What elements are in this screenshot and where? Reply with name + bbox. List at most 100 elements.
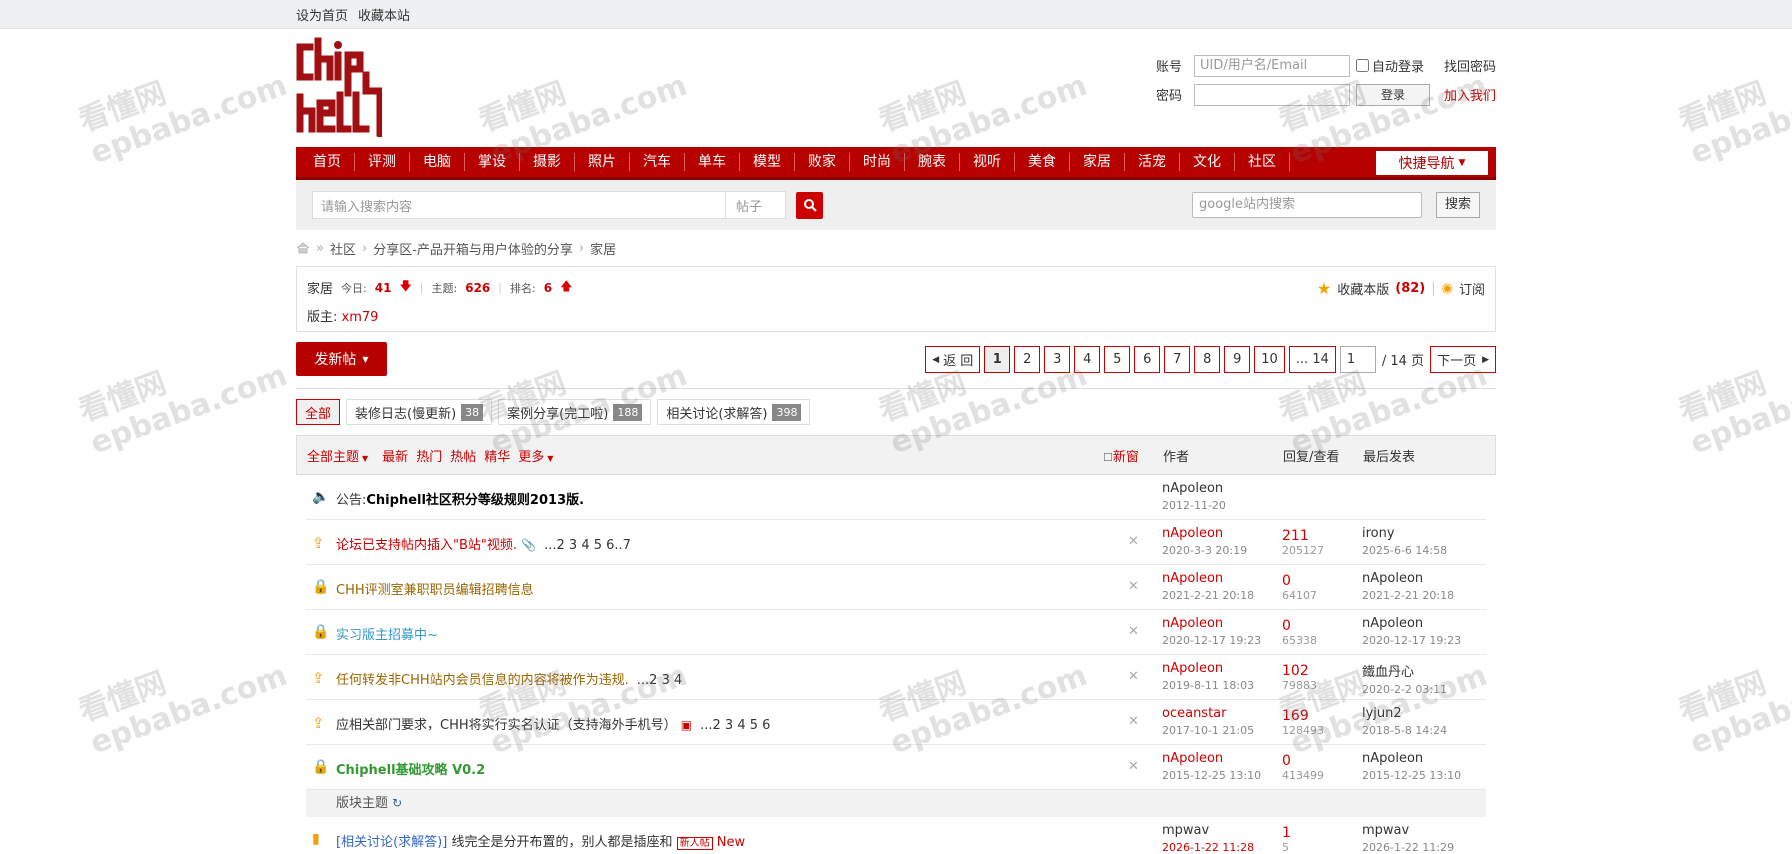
last-post-date[interactable]: 2025-6-6 14:58 (1362, 544, 1447, 557)
nav-item-review[interactable]: 评测 (355, 153, 410, 171)
filter-digest[interactable]: 精华 (484, 446, 510, 465)
nav-item-handheld[interactable]: 掌设 (465, 153, 520, 171)
pager-page-6[interactable]: 6 (1134, 346, 1161, 373)
favorite-forum-link[interactable]: 收藏本版 (1337, 279, 1389, 298)
nav-item-watches[interactable]: 腕表 (905, 153, 960, 171)
thread-author[interactable]: nApoleon (1162, 526, 1247, 541)
nav-item-fashion[interactable]: 时尚 (850, 153, 905, 171)
find-password-link[interactable]: 找回密码 (1444, 56, 1496, 75)
new-window-toggle[interactable]: ☐新窗 (1103, 446, 1139, 465)
close-icon[interactable]: ✕ (1128, 714, 1139, 729)
pager-page-10[interactable]: 10 (1254, 346, 1285, 373)
thread-title[interactable]: CHH评测室兼职职员编辑招聘信息 (336, 579, 534, 598)
new-post-button[interactable]: 发新帖 ▼ (296, 342, 387, 376)
last-post-date[interactable]: 2021-2-21 20:18 (1362, 589, 1454, 602)
nav-item-food[interactable]: 美食 (1015, 153, 1070, 171)
nav-item-computer[interactable]: 电脑 (410, 153, 465, 171)
pager-back-button[interactable]: ◀ 返 回 (925, 346, 981, 373)
pager-next-button[interactable]: 下一页 ▶ (1430, 346, 1496, 373)
subscribe-link[interactable]: 订阅 (1459, 279, 1485, 298)
thread-title[interactable]: 实习版主招募中~ (336, 624, 438, 643)
thread-title[interactable]: 公告:Chiphell社区积分等级规则2013版. (336, 489, 584, 508)
google-search-button[interactable]: 搜索 (1436, 192, 1480, 218)
home-icon[interactable] (296, 242, 310, 254)
close-icon[interactable]: ✕ (1128, 759, 1139, 774)
join-us-link[interactable]: 加入我们 (1444, 85, 1496, 104)
close-icon[interactable]: ✕ (1128, 669, 1139, 684)
pager-page-5[interactable]: 5 (1104, 346, 1131, 373)
last-post-date[interactable]: 2020-12-17 19:23 (1362, 634, 1461, 647)
moderator-link[interactable]: xm79 (342, 310, 379, 325)
filter-latest[interactable]: 最新 (382, 446, 408, 465)
refresh-icon[interactable]: ↻ (392, 796, 402, 810)
pager-page-2[interactable]: 2 (1014, 346, 1041, 373)
pager-page-4[interactable]: 4 (1074, 346, 1101, 373)
thread-title[interactable]: 应相关部门要求，CHH将实行实名认证（支持海外手机号） ▣ ...2 3 4 5 … (336, 714, 770, 733)
nav-item-community[interactable]: 社区 (1235, 153, 1290, 171)
last-poster[interactable]: 鐵血丹心 (1362, 661, 1447, 680)
nav-item-home[interactable]: 首页 (300, 153, 355, 171)
last-post-date[interactable]: 2020-2-2 03:11 (1362, 683, 1447, 696)
search-input[interactable]: 请输入搜索内容 (312, 191, 726, 219)
pager-page-8[interactable]: 8 (1194, 346, 1221, 373)
nav-item-pets[interactable]: 活宠 (1125, 153, 1180, 171)
pager-page-9[interactable]: 9 (1224, 346, 1251, 373)
thread-author[interactable]: oceanstar (1162, 706, 1254, 721)
nav-item-culture[interactable]: 文化 (1180, 153, 1235, 171)
breadcrumb-community[interactable]: 社区 (330, 239, 356, 258)
pager-page-3[interactable]: 3 (1044, 346, 1071, 373)
pager-page-1[interactable]: 1 (984, 346, 1011, 373)
auto-login-checkbox[interactable] (1356, 59, 1369, 72)
thread-author[interactable]: nApoleon (1162, 481, 1226, 496)
tab-renovation-log[interactable]: 装修日志(慢更新) 38 (346, 399, 493, 425)
nav-item-audio-video[interactable]: 视听 (960, 153, 1015, 171)
thread-category[interactable]: [相关讨论(求解答)] (336, 835, 447, 850)
thread-title[interactable]: [相关讨论(求解答)] 线完全是分开布置的，别人都是插座和 新人帖 New (336, 831, 745, 850)
thread-author[interactable]: nApoleon (1162, 661, 1254, 676)
thread-pages[interactable]: ...2 3 4 5 6..7 (544, 538, 631, 553)
last-poster[interactable]: nApoleon (1362, 751, 1461, 766)
breadcrumb-share-zone[interactable]: 分享区-产品开箱与用户体验的分享 (373, 239, 573, 258)
last-poster[interactable]: mpwav (1362, 823, 1454, 838)
chiphell-logo[interactable] (296, 37, 382, 137)
last-post-date[interactable]: 2015-12-25 13:10 (1362, 769, 1461, 782)
thread-title[interactable]: 任何转发非CHH站内会员信息的内容将被作为违规. ...2 3 4 (336, 669, 682, 688)
close-icon[interactable]: ✕ (1128, 534, 1139, 549)
thread-author[interactable]: nApoleon (1162, 616, 1261, 631)
filter-hot-posts[interactable]: 热帖 (450, 446, 476, 465)
nav-item-shopping[interactable]: 败家 (795, 153, 850, 171)
auto-login[interactable]: 自动登录 (1356, 56, 1424, 75)
search-type-select[interactable]: 帖子 (726, 191, 786, 219)
nav-item-photography[interactable]: 摄影 (520, 153, 575, 171)
tab-all[interactable]: 全部 (296, 399, 341, 425)
pager-page-last[interactable]: ... 14 (1288, 346, 1336, 373)
set-home-link[interactable]: 设为首页 (296, 5, 348, 24)
google-search-input[interactable]: google站内搜索 (1192, 192, 1422, 218)
tab-discussion[interactable]: 相关讨论(求解答) 398 (657, 399, 811, 425)
thread-pages[interactable]: ...2 3 4 (637, 673, 682, 688)
account-input[interactable] (1194, 54, 1350, 77)
nav-item-models[interactable]: 模型 (740, 153, 795, 171)
login-button[interactable]: 登录 (1356, 83, 1430, 106)
thread-title[interactable]: 论坛已支持帖内插入"B站"视频. 📎 ...2 3 4 5 6..7 (336, 534, 631, 553)
nav-item-cars[interactable]: 汽车 (630, 153, 685, 171)
nav-item-bicycle[interactable]: 单车 (685, 153, 740, 171)
last-post-date[interactable]: 2026-1-22 11:29 (1362, 841, 1454, 854)
breadcrumb-current[interactable]: 家居 (590, 239, 616, 258)
last-poster[interactable]: nApoleon (1362, 571, 1454, 586)
nav-item-home-living[interactable]: 家居 (1070, 153, 1125, 171)
pager-page-input[interactable]: 1 (1339, 346, 1376, 373)
close-icon[interactable]: ✕ (1128, 624, 1139, 639)
filter-more[interactable]: 更多 ▼ (518, 446, 553, 465)
last-poster[interactable]: irony (1362, 526, 1447, 541)
close-icon[interactable]: ✕ (1128, 579, 1139, 594)
thread-pages[interactable]: ...2 3 4 5 6 (700, 718, 770, 733)
tab-case-share[interactable]: 案例分享(完工啦) 188 (498, 399, 652, 425)
pager-page-7[interactable]: 7 (1164, 346, 1191, 373)
search-button[interactable] (796, 191, 823, 219)
bookmark-site-link[interactable]: 收藏本站 (358, 5, 410, 24)
thread-author[interactable]: nApoleon (1162, 571, 1254, 586)
thread-author[interactable]: mpwav (1162, 823, 1254, 838)
filter-all-topics[interactable]: 全部主题 ▼ (307, 446, 368, 465)
last-post-date[interactable]: 2018-5-8 14:24 (1362, 724, 1447, 737)
